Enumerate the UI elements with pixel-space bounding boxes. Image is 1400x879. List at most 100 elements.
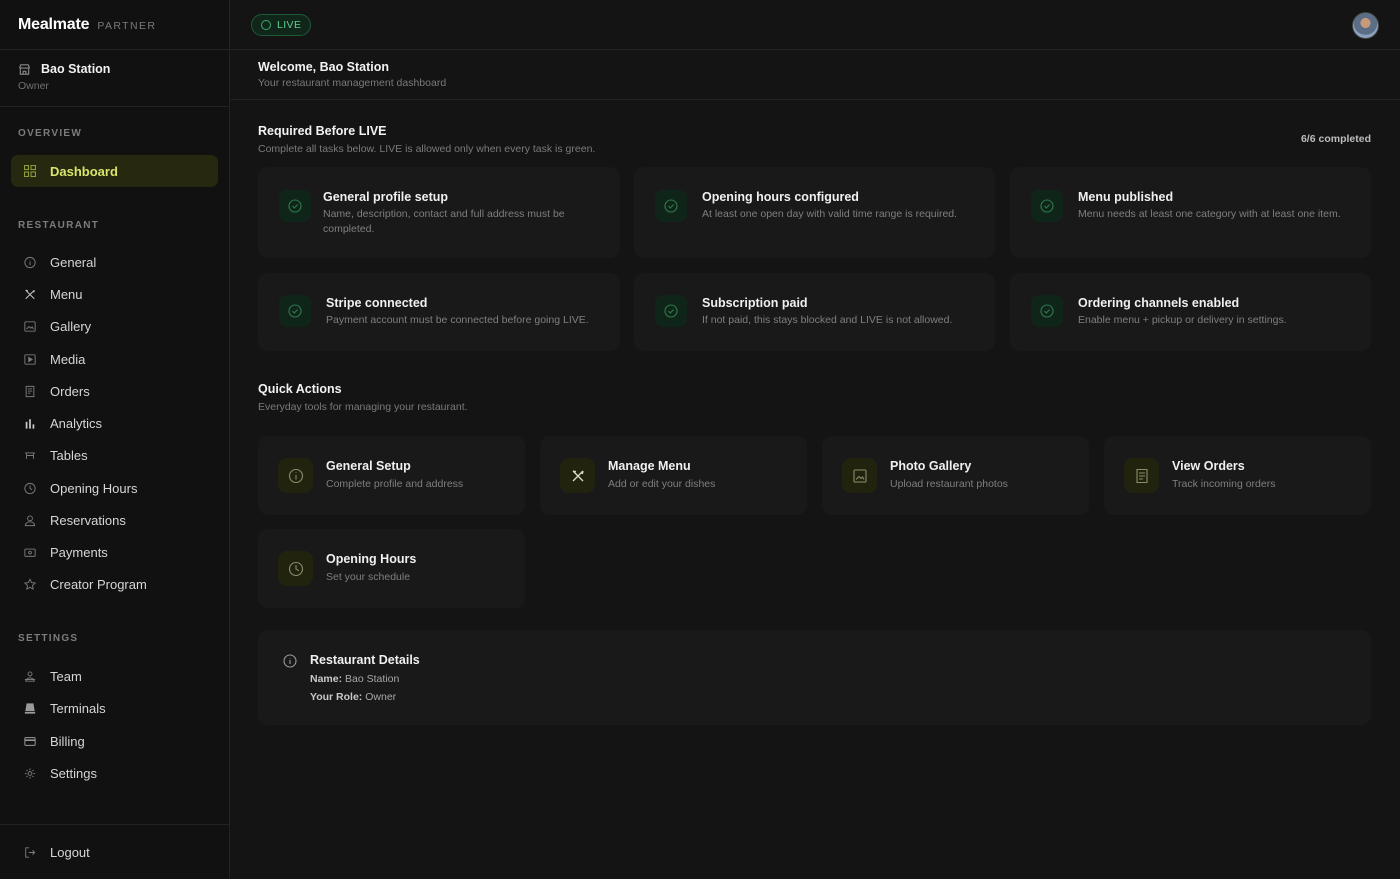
live-status-badge: LIVE — [251, 14, 312, 36]
info-icon — [283, 654, 297, 673]
task-title: Stripe connected — [326, 296, 428, 310]
sidebar-item-dashboard[interactable]: Dashboard — [11, 155, 218, 187]
receipt-icon — [24, 385, 36, 397]
check-circle-icon — [1031, 190, 1063, 222]
welcome-header: Welcome, Bao Station Your restaurant man… — [230, 51, 1400, 100]
task-card-menu-published: Menu published Menu needs at least one c… — [1010, 167, 1371, 258]
account-role: Owner — [18, 80, 49, 92]
team-icon — [24, 670, 36, 682]
sidebar-item-general[interactable]: General — [11, 246, 218, 278]
sidebar-item-label: Settings — [50, 765, 97, 781]
sidebar-item-terminals[interactable]: Terminals — [11, 692, 218, 724]
quick-action-title: General Setup — [326, 459, 411, 473]
sidebar-item-label: Reservations — [50, 512, 126, 528]
status-dot-icon — [261, 20, 271, 30]
sidebar-item-tables[interactable]: Tables — [11, 439, 218, 471]
task-title: Opening hours configured — [702, 190, 859, 204]
details-name-label: Name: — [310, 673, 343, 685]
sidebar-item-analytics[interactable]: Analytics — [11, 407, 218, 439]
dashboard-icon — [24, 165, 36, 177]
sidebar-item-label: Team — [50, 668, 82, 684]
sidebar-item-menu[interactable]: Menu — [11, 278, 218, 310]
task-description: Payment account must be connected before… — [326, 314, 589, 326]
quick-action-title: View Orders — [1172, 459, 1245, 473]
quick-action-view-orders[interactable]: View Orders Track incoming orders — [1104, 436, 1371, 515]
task-description: Name, description, contact and full addr… — [323, 208, 565, 235]
sidebar-item-billing[interactable]: Billing — [11, 725, 218, 757]
details-role-label: Your Role: — [310, 691, 363, 703]
sidebar-item-label: Terminals — [50, 700, 106, 716]
task-card-general-profile: General profile setup Name, description,… — [258, 167, 620, 258]
sidebar-item-media[interactable]: Media — [11, 343, 218, 375]
avatar[interactable] — [1352, 12, 1379, 39]
task-title: Ordering channels enabled — [1078, 296, 1240, 310]
receipt-icon — [1124, 458, 1159, 493]
quick-action-subtitle: Upload restaurant photos — [890, 478, 1008, 490]
brand: Mealmate PARTNER — [0, 0, 229, 50]
check-circle-icon — [1031, 295, 1063, 327]
top-bar: LIVE — [230, 0, 1400, 50]
sidebar-item-label: General — [50, 254, 97, 270]
details-role-value: Owner — [365, 691, 397, 703]
payment-icon — [24, 546, 36, 558]
task-description: At least one open day with valid time ra… — [702, 208, 958, 220]
store-icon — [18, 63, 31, 75]
task-card-opening-hours: Opening hours configured At least one op… — [634, 167, 995, 258]
task-description: Enable menu + pickup or delivery in sett… — [1078, 314, 1287, 326]
brand-name: Mealmate — [18, 15, 90, 33]
check-circle-icon — [655, 190, 687, 222]
details-title: Restaurant Details — [310, 653, 420, 667]
utensils-icon — [560, 458, 595, 493]
quick-action-opening-hours[interactable]: Opening Hours Set your schedule — [258, 529, 525, 608]
check-circle-icon — [279, 295, 311, 327]
quick-action-photo-gallery[interactable]: Photo Gallery Upload restaurant photos — [822, 436, 1089, 515]
logout-button[interactable]: Logout — [11, 836, 218, 868]
quick-action-subtitle: Track incoming orders — [1172, 478, 1276, 490]
logout-label: Logout — [50, 844, 90, 860]
sidebar-item-label: Opening Hours — [50, 480, 138, 496]
sidebar-item-label: Dashboard — [50, 163, 118, 179]
clock-icon — [278, 551, 313, 586]
quick-action-general-setup[interactable]: General Setup Complete profile and addre… — [258, 436, 525, 515]
quick-action-title: Manage Menu — [608, 459, 691, 473]
table-icon — [24, 449, 36, 461]
section-label-settings: SETTINGS — [18, 633, 79, 644]
task-title: Menu published — [1078, 190, 1174, 204]
sidebar-item-settings[interactable]: Settings — [11, 757, 218, 789]
sidebar-item-reservations[interactable]: Reservations — [11, 504, 218, 536]
star-icon — [24, 577, 36, 590]
clock-icon — [24, 482, 36, 494]
section-label-overview: OVERVIEW — [18, 128, 83, 139]
quick-action-manage-menu[interactable]: Manage Menu Add or edit your dishes — [540, 436, 807, 515]
sidebar-item-creator-program[interactable]: Creator Program — [11, 568, 218, 600]
page-subtitle: Your restaurant management dashboard — [258, 77, 447, 89]
task-title: Subscription paid — [702, 296, 808, 310]
task-card-subscription: Subscription paid If not paid, this stay… — [634, 273, 995, 351]
bar-chart-icon — [24, 417, 36, 429]
quick-actions-title: Quick Actions — [258, 382, 342, 396]
sidebar-item-label: Orders — [50, 383, 90, 399]
sidebar-item-payments[interactable]: Payments — [11, 536, 218, 568]
task-card-ordering-channels: Ordering channels enabled Enable menu + … — [1010, 273, 1371, 351]
sidebar-item-opening-hours[interactable]: Opening Hours — [11, 472, 218, 504]
user-icon — [24, 514, 36, 526]
details-role-row: Your Role: Owner — [310, 691, 396, 703]
sidebar-item-gallery[interactable]: Gallery — [11, 310, 218, 342]
info-icon — [278, 458, 313, 493]
sidebar-item-label: Creator Program — [50, 576, 147, 592]
task-description: Menu needs at least one category with at… — [1078, 208, 1341, 220]
terminal-icon — [24, 702, 36, 714]
section-label-restaurant: RESTAURANT — [18, 220, 100, 231]
gear-icon — [24, 767, 36, 779]
sidebar-item-label: Menu — [50, 286, 83, 302]
image-icon — [842, 458, 877, 493]
required-section-title: Required Before LIVE — [258, 124, 387, 138]
sidebar-item-orders[interactable]: Orders — [11, 375, 218, 407]
check-circle-icon — [655, 295, 687, 327]
sidebar-item-team[interactable]: Team — [11, 660, 218, 692]
sidebar-item-label: Analytics — [50, 415, 103, 431]
details-name-row: Name: Bao Station — [310, 673, 399, 685]
sidebar-item-label: Tables — [50, 447, 88, 463]
account-name: Bao Station — [41, 62, 111, 76]
quick-action-title: Photo Gallery — [890, 459, 972, 473]
